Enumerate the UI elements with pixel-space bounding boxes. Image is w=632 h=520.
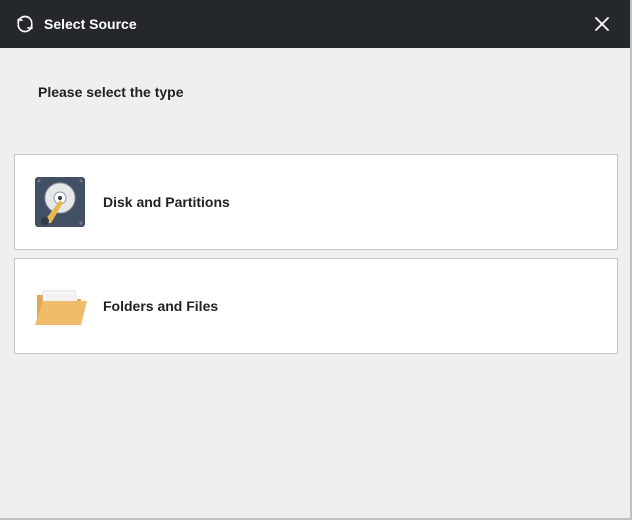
- instruction-text: Please select the type: [0, 48, 632, 100]
- close-button[interactable]: [588, 10, 616, 38]
- hard-disk-icon: [31, 173, 89, 231]
- option-folders-files[interactable]: Folders and Files: [14, 258, 618, 354]
- close-icon: [593, 15, 611, 33]
- dialog-title: Select Source: [44, 16, 588, 32]
- option-disk-partitions[interactable]: Disk and Partitions: [14, 154, 618, 250]
- option-label: Folders and Files: [103, 298, 218, 314]
- app-logo-icon: [16, 15, 34, 33]
- folder-open-icon: [31, 277, 89, 335]
- dialog-body: Please select the type: [0, 48, 632, 362]
- option-label: Disk and Partitions: [103, 194, 230, 210]
- options-container: Disk and Partitions Folders and Files: [0, 154, 632, 362]
- dialog-header: Select Source: [0, 0, 632, 48]
